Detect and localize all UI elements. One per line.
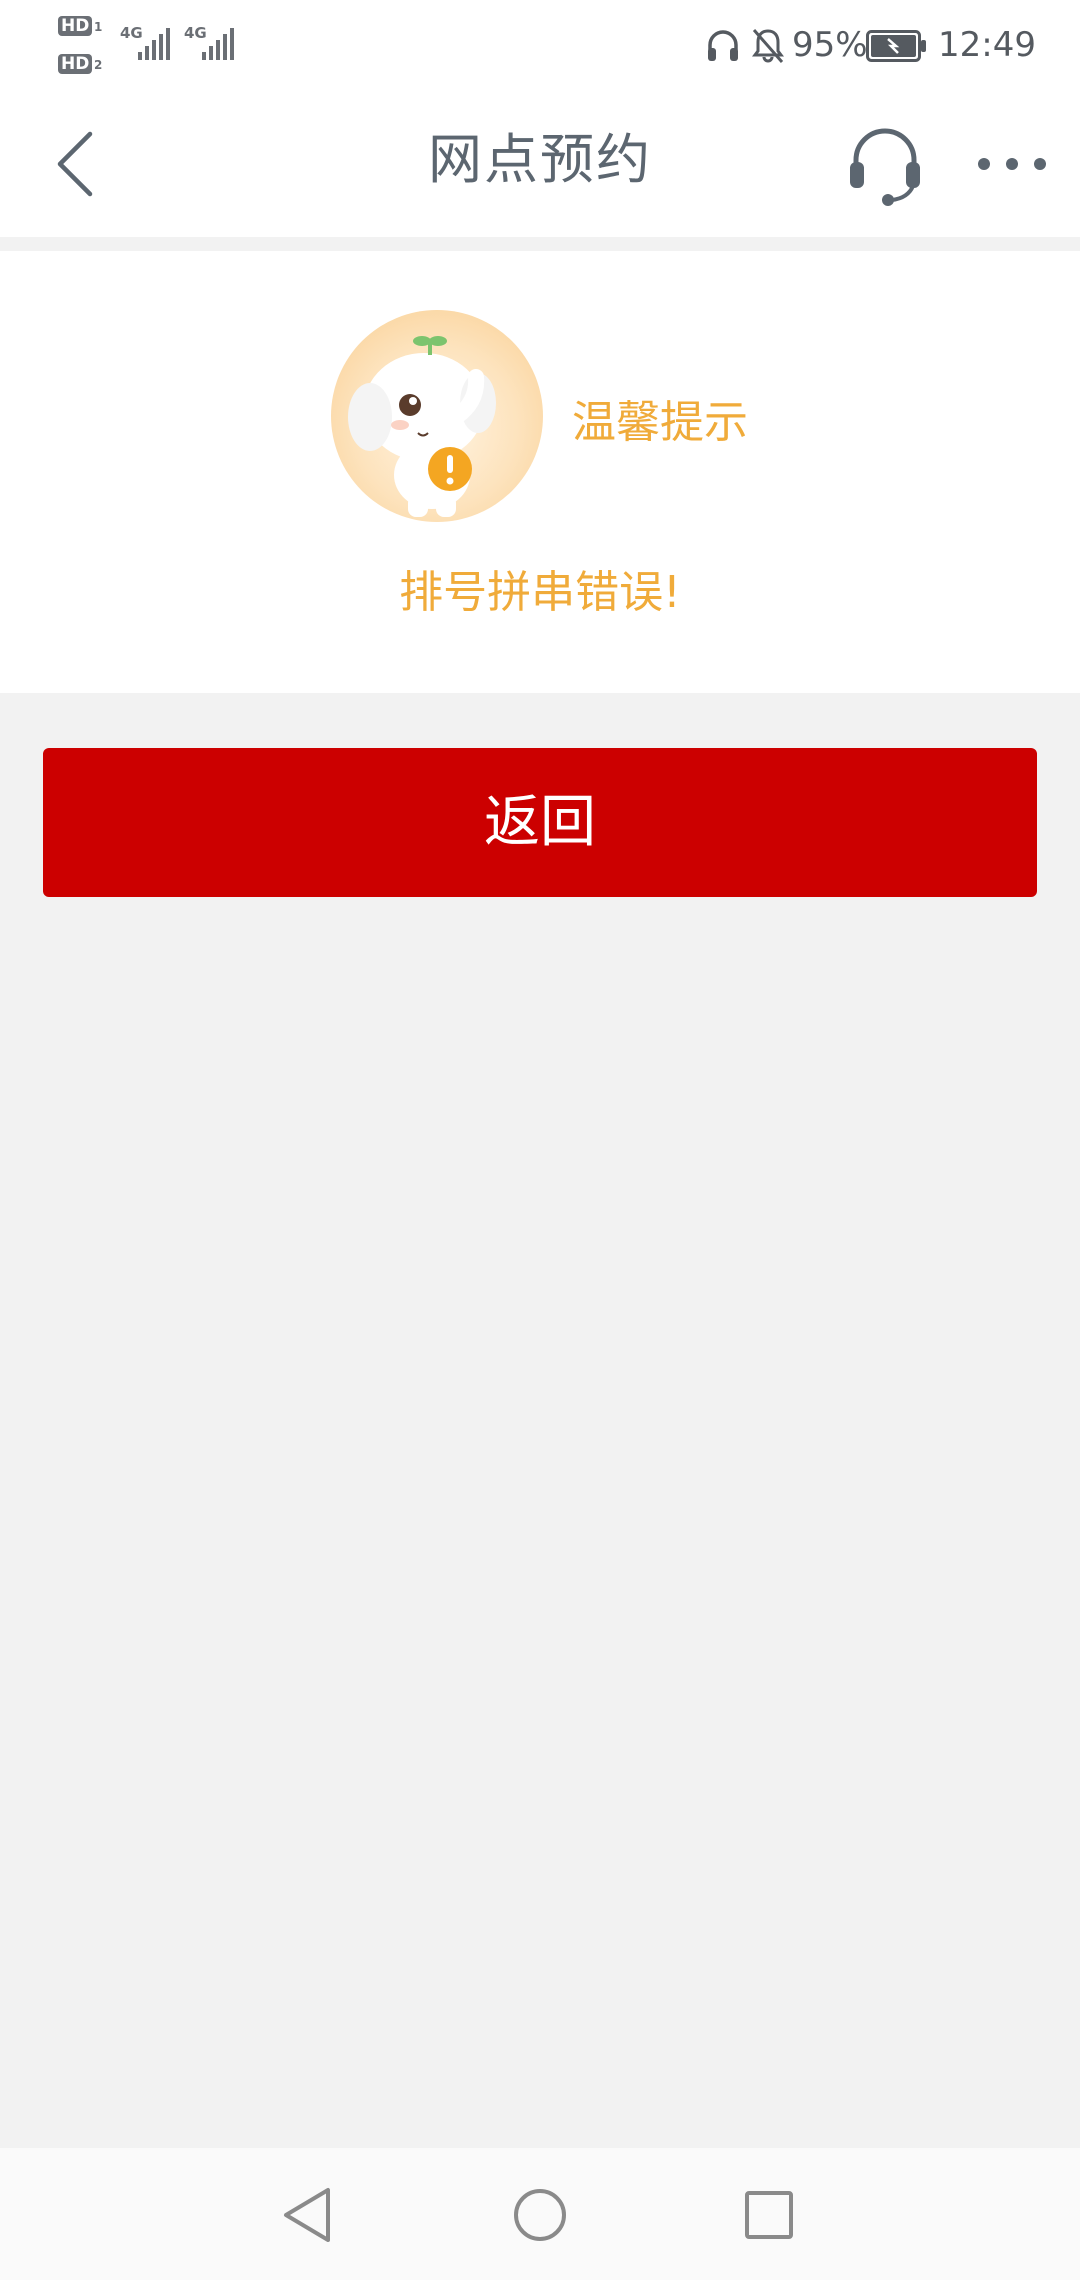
nav-recents-icon [745,2191,793,2239]
return-button[interactable]: 返回 [43,748,1037,897]
system-nav-bar [0,2148,1080,2280]
notice-card: 温馨提示 排号拼串错误! [0,251,1080,693]
status-bar: HD 1 HD 2 4G 4G 95% 12:49 [0,0,1080,92]
nav-recents-button[interactable] [734,2180,804,2250]
nav-home-button[interactable] [505,2180,575,2250]
mute-bell-icon [752,29,784,63]
error-message: 排号拼串错误! [399,567,681,618]
battery-icon [866,30,926,62]
status-right: 95% 12:49 [680,0,1080,92]
signal-strength-2-icon [202,28,234,60]
hd-badge-2: HD [58,54,93,74]
headphones-icon [708,30,738,61]
notice-title: 温馨提示 [572,397,748,448]
elephant-mascot-icon [331,310,543,522]
sim-index-1: 1 [94,20,103,34]
headset-icon [850,128,920,206]
customer-service-button[interactable] [846,122,924,206]
battery-percent: 95% [792,25,868,65]
more-button[interactable] [972,122,1052,206]
nav-back-button[interactable] [272,2180,342,2250]
nav-home-icon [514,2189,566,2241]
more-dots-icon [978,158,1046,170]
app-header: 网点预约 [0,92,1080,237]
nav-back-icon [284,2188,330,2242]
sim-index-2: 2 [94,58,103,72]
hd-badge-1: HD [58,16,93,36]
clock: 12:49 [938,25,1036,65]
signal-strength-icon [138,28,170,60]
header-divider [0,237,1080,251]
